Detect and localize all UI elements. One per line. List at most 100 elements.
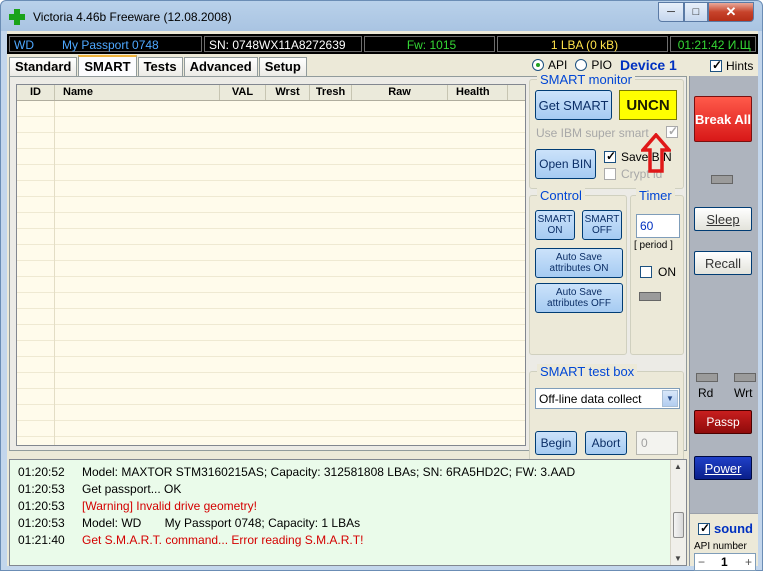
log-time: 01:20:52 xyxy=(18,465,65,479)
tab-tests[interactable]: Tests xyxy=(137,57,183,76)
smart-monitor-title: SMART monitor xyxy=(537,72,635,87)
power-button[interactable]: Power xyxy=(694,456,752,480)
timer-group: Timer 60 [ period ] ON xyxy=(630,188,684,355)
log-time: 01:20:53 xyxy=(18,482,65,496)
log-line: 01:20:52 Model: MAXTOR STM3160215AS; Capa… xyxy=(18,465,575,479)
device-label[interactable]: Device 1 xyxy=(620,57,677,73)
event-log[interactable]: 01:20:52 Model: MAXTOR STM3160215AS; Capa… xyxy=(9,459,687,566)
timer-period-label: [ period ] xyxy=(634,240,673,251)
table-divider xyxy=(54,101,55,445)
read-indicator xyxy=(696,373,718,382)
tab-advanced[interactable]: Advanced xyxy=(183,57,258,76)
log-time: 01:20:53 xyxy=(18,516,65,530)
log-line: 01:20:53 Model: WD My Passport 0748; Capa… xyxy=(18,516,360,530)
timer-on-label: ON xyxy=(658,265,676,279)
smart-test-box-title: SMART test box xyxy=(537,364,638,379)
tab-standard[interactable]: Standard xyxy=(9,57,78,76)
smart-attributes-table[interactable]: ID Name VAL Wrst Tresh Raw Health xyxy=(16,84,526,446)
smart-status-indicator: UNCN xyxy=(619,90,677,120)
abort-button[interactable]: Abort xyxy=(585,431,627,455)
log-line-warning: 01:20:53 [Warning] Invalid drive geometry… xyxy=(18,499,257,513)
timer-indicator xyxy=(639,292,661,301)
app-window: Victoria 4.46b Freeware (12.08.2008) ─ □… xyxy=(0,0,763,571)
smart-off-button[interactable]: SMART OFF xyxy=(582,210,622,240)
pio-label: PIO xyxy=(591,58,613,72)
test-type-select[interactable]: Off-line data collect ▼ xyxy=(535,388,680,409)
control-group: Control SMART ON SMART OFF Auto Save att… xyxy=(529,188,627,355)
crypt-id-checkbox[interactable] xyxy=(604,168,616,180)
sound-checkbox[interactable] xyxy=(698,521,710,535)
log-text: [Warning] Invalid drive geometry! xyxy=(82,499,257,513)
client-area: WD My Passport 0748 SN: 0748WX11A8272639 … xyxy=(7,31,758,571)
column-wrst[interactable]: Wrst xyxy=(266,85,310,100)
sound-api-panel: sound API number − 1 + xyxy=(690,513,758,571)
chevron-down-icon[interactable]: ▼ xyxy=(662,390,678,407)
column-id[interactable]: ID xyxy=(17,85,55,100)
table-header: ID Name VAL Wrst Tresh Raw Health xyxy=(17,85,525,101)
column-name[interactable]: Name xyxy=(55,85,220,100)
read-label: Rd xyxy=(698,386,714,400)
api-number-stepper[interactable]: − 1 + xyxy=(694,553,756,571)
log-text: Model: MAXTOR STM3160215AS; Capacity: 31… xyxy=(82,465,576,479)
passp-button[interactable]: Passp xyxy=(694,410,752,434)
log-time: 01:20:53 xyxy=(18,499,65,513)
hints-toggle[interactable]: Hints xyxy=(710,58,754,73)
get-smart-button[interactable]: Get SMART xyxy=(535,90,612,120)
status-model: WD My Passport 0748 xyxy=(9,36,202,52)
tab-smart[interactable]: SMART xyxy=(78,55,137,76)
title-bar: Victoria 4.46b Freeware (12.08.2008) ─ □… xyxy=(1,1,762,31)
column-tresh[interactable]: Tresh xyxy=(310,85,352,100)
green-cross-icon xyxy=(9,9,25,25)
break-all-button[interactable]: Break All xyxy=(694,96,752,142)
use-ibm-label: Use IBM super smart xyxy=(536,126,649,140)
close-button[interactable]: ✕ xyxy=(708,2,754,22)
column-raw[interactable]: Raw xyxy=(352,85,448,100)
timer-period-input[interactable]: 60 xyxy=(636,214,680,238)
table-body xyxy=(17,101,525,445)
sound-label: sound xyxy=(714,521,753,536)
scroll-up-icon[interactable]: ▲ xyxy=(674,462,682,471)
timer-on-checkbox[interactable] xyxy=(640,266,652,278)
save-bin-checkbox[interactable] xyxy=(604,149,616,163)
log-line-error: 01:21:40 Get S.M.A.R.T. command... Error … xyxy=(18,533,363,547)
status-lba: 1 LBA (0 kB) xyxy=(497,36,668,52)
column-health[interactable]: Health xyxy=(448,85,508,100)
pio-radio[interactable] xyxy=(575,59,588,71)
open-bin-button[interactable]: Open BIN xyxy=(535,149,596,179)
status-model-prefix: WD xyxy=(14,38,34,52)
api-radio[interactable] xyxy=(532,59,544,71)
side-control-strip: Break All Sleep Recall Rd Wrt Passp Powe… xyxy=(689,76,758,571)
api-number-value: 1 xyxy=(721,555,728,569)
column-val[interactable]: VAL xyxy=(220,85,266,100)
sleep-button[interactable]: Sleep xyxy=(694,207,752,231)
smart-on-button[interactable]: SMART ON xyxy=(535,210,575,240)
status-clock: 01:21:42 И.Щ xyxy=(670,36,756,52)
status-model-name: My Passport 0748 xyxy=(62,38,159,52)
tab-setup[interactable]: Setup xyxy=(258,57,307,76)
timer-title: Timer xyxy=(636,188,675,203)
status-serial: SN: 0748WX11A8272639 xyxy=(204,36,362,52)
log-text: Get passport... OK xyxy=(82,482,182,496)
auto-save-off-button[interactable]: Auto Save attributes OFF xyxy=(535,283,623,313)
status-firmware: Fw: 1015 xyxy=(364,36,495,52)
write-indicator xyxy=(734,373,756,382)
minimize-button[interactable]: ─ xyxy=(658,2,684,22)
scroll-down-icon[interactable]: ▼ xyxy=(674,554,682,563)
auto-save-on-button[interactable]: Auto Save attributes ON xyxy=(535,248,623,278)
stepper-plus[interactable]: + xyxy=(745,555,752,569)
begin-button[interactable]: Begin xyxy=(535,431,577,455)
hints-checkbox[interactable] xyxy=(710,58,722,72)
recall-button[interactable]: Recall xyxy=(694,251,752,275)
write-label: Wrt xyxy=(734,386,753,400)
test-progress-field: 0 xyxy=(636,431,678,455)
maximize-button[interactable]: □ xyxy=(684,2,708,22)
drive-status-bar: WD My Passport 0748 SN: 0748WX11A8272639 … xyxy=(7,34,758,54)
log-line: 01:20:53 Get passport... OK xyxy=(18,482,181,496)
smart-tab-panel: ID Name VAL Wrst Tresh Raw Health SMART … xyxy=(9,72,687,478)
api-label: API xyxy=(548,58,568,72)
tab-bar: Standard SMART Tests Advanced Setup xyxy=(9,55,308,76)
hints-label: Hints xyxy=(726,59,754,73)
stepper-minus[interactable]: − xyxy=(698,555,705,569)
log-scrollbar[interactable]: ▲ ▼ xyxy=(670,460,686,565)
scroll-thumb[interactable] xyxy=(673,512,684,538)
